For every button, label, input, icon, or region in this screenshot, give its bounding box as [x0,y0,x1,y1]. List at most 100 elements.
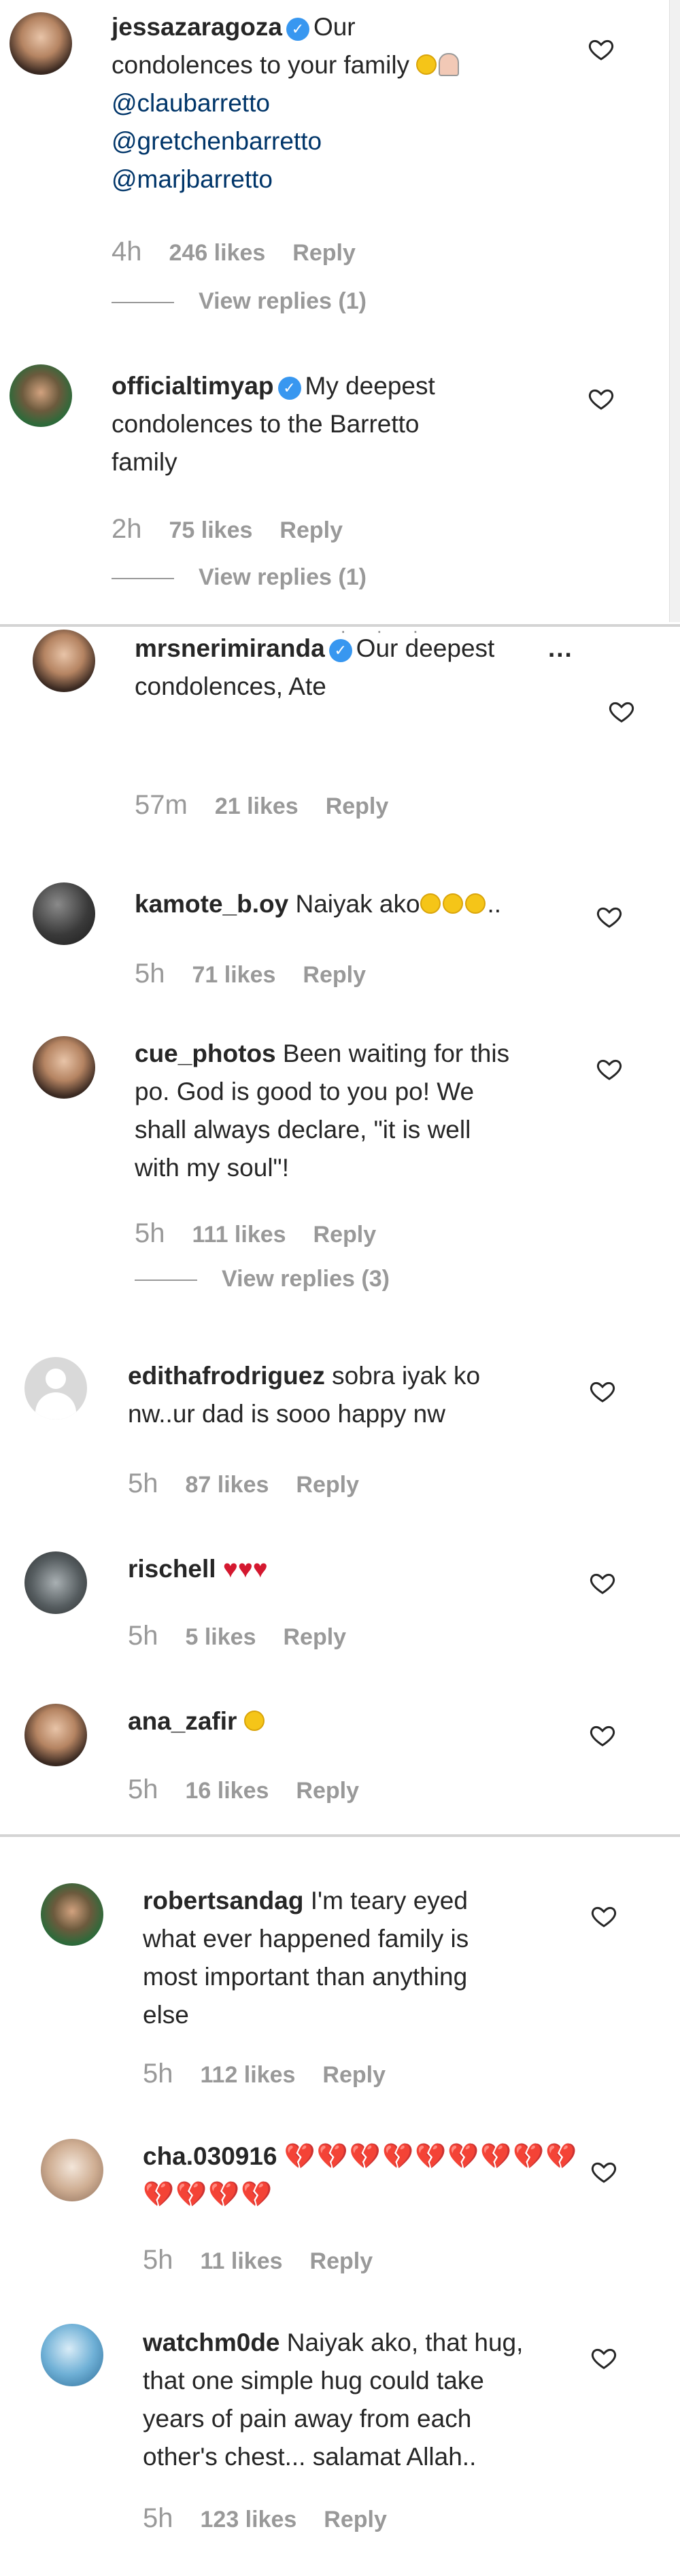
red-heart-emoji-icon: ♥♥♥ [222,1555,268,1583]
scrollbar-track[interactable] [669,0,680,622]
comment-username[interactable]: robertsandag [143,1887,303,1914]
divider [135,1280,197,1282]
comment-time: 5h [143,2503,173,2533]
heart-outline-icon[interactable] [590,2158,617,2185]
avatar[interactable] [33,630,95,692]
comment-time: 5h [135,959,165,989]
heart-outline-icon[interactable] [588,385,615,412]
heart-outline-icon[interactable] [588,35,615,63]
likes-count[interactable]: 87 likes [186,1472,269,1498]
reply-button[interactable]: Reply [296,1472,359,1498]
comment-meta: 5h 123 likes Reply [143,2503,387,2534]
likes-count[interactable]: 123 likes [201,2507,297,2532]
avatar[interactable] [24,1551,87,1614]
comment-text: mrsnerimiranda ✓ Our deepest condolences, … [135,634,495,700]
reply-button[interactable]: Reply [313,1222,377,1248]
comment-text: ana_zafir [128,1702,604,1740]
more-options-icon[interactable]: ... [548,630,573,668]
heart-outline-icon[interactable] [596,1055,623,1082]
comment-text: edithafrodriguez sobra iyak ko nw..ur da… [128,1362,481,1428]
crying-face-emoji-icon [442,893,463,914]
comment-username[interactable]: ana_zafir [128,1707,237,1735]
comment-meta: 5h 5 likes Reply [128,1621,346,1651]
heart-outline-icon[interactable] [589,1377,616,1405]
reply-button[interactable]: Reply [283,1624,346,1650]
avatar[interactable] [33,882,95,945]
reply-button[interactable]: Reply [303,962,366,988]
comment-username[interactable]: rischell [128,1555,216,1583]
comment-username[interactable]: kamote_b.oy [135,890,288,918]
comment-time: 2h [112,514,142,544]
view-replies-button[interactable]: View replies (1) [112,564,367,591]
comment-text: rischell ♥♥♥ [128,1550,604,1588]
comment-time: 4h [112,237,142,267]
avatar[interactable] [24,1704,87,1766]
comment-username[interactable]: edithafrodriguez [128,1362,325,1390]
reply-button[interactable]: Reply [310,2248,373,2274]
reply-button[interactable]: Reply [324,2507,387,2532]
broken-heart-emoji-icon: 💔💔💔💔 [143,2180,274,2208]
mention-link[interactable]: @marjbarretto [112,165,273,193]
smile-emoji-icon [243,1711,265,1731]
heart-outline-icon[interactable] [596,903,623,930]
comment-username[interactable]: watchm0de [143,2329,280,2356]
avatar[interactable] [33,1036,95,1099]
likes-count[interactable]: 11 likes [201,2248,283,2274]
comment-username[interactable]: cue_photos [135,1040,276,1067]
view-replies-button[interactable]: View replies (3) [135,1266,390,1292]
avatar[interactable] [41,2139,103,2201]
likes-count[interactable]: 5 likes [186,1624,256,1650]
view-replies-button[interactable]: View replies (1) [112,288,367,315]
verified-badge-icon: ✓ [328,639,352,662]
mention-link[interactable]: @claubarretto [112,89,270,117]
comment-time: 5h [143,2245,173,2275]
comment-time: 57m [135,790,188,820]
comment-text: officialtimyap ✓ My deepest condolences to… [112,372,435,476]
reply-button[interactable]: Reply [322,2062,386,2088]
likes-count[interactable]: 112 likes [201,2062,296,2088]
likes-count[interactable]: 246 likes [169,240,266,266]
comment-username[interactable]: jessazaragoza [112,13,282,41]
avatar[interactable] [10,364,72,427]
mention-link[interactable]: @gretchenbarretto [112,127,322,155]
likes-count[interactable]: 75 likes [169,517,253,543]
likes-count[interactable]: 16 likes [186,1778,269,1804]
crying-face-emoji-icon [420,893,441,914]
comment-username[interactable]: cha.030916 [143,2142,277,2170]
avatar[interactable] [41,1883,103,1946]
heart-outline-icon[interactable] [590,2344,617,2371]
comment-text: cue_photos Been waiting for this po. God… [135,1040,510,1182]
comment-username[interactable]: mrsnerimiranda [135,634,325,662]
heart-outline-icon[interactable] [589,1721,616,1749]
heart-outline-icon[interactable] [590,1902,617,1929]
comment-time: 5h [128,1621,158,1651]
comment-meta: 5h 111 likes Reply [135,1218,376,1249]
likes-count[interactable]: 111 likes [192,1222,286,1248]
avatar[interactable] [10,12,72,75]
heart-outline-icon[interactable] [589,1569,616,1596]
reply-button[interactable]: Reply [326,793,389,819]
heart-outline-icon[interactable] [608,698,635,725]
likes-count[interactable]: 71 likes [192,962,276,988]
comment-meta: 5h 11 likes Reply [143,2245,373,2276]
divider [112,302,174,304]
comment-username[interactable]: officialtimyap [112,372,274,400]
avatar[interactable] [24,1357,87,1420]
comment-meta: 57m 21 likes Reply [135,790,388,821]
verified-badge-icon: ✓ [286,18,309,41]
comment-meta: 5h 71 likes Reply [135,959,366,989]
comment-meta: 4h 246 likes Reply [112,237,356,267]
person-emoji-icon [439,53,460,76]
likes-count[interactable]: 21 likes [215,793,299,819]
comment-time: 5h [143,2059,173,2089]
reply-button[interactable]: Reply [292,240,356,266]
comment-time: 5h [128,1469,158,1498]
reply-button[interactable]: Reply [279,517,343,543]
reply-button[interactable]: Reply [296,1778,359,1804]
comment-time: 5h [135,1218,165,1248]
avatar[interactable] [41,2324,103,2386]
sad-face-emoji-icon [416,54,437,75]
comment-text: jessazaragoza ✓ Our condolences to your fa… [112,8,588,199]
divider [0,624,680,627]
comment-meta: 5h 16 likes Reply [128,1774,359,1805]
